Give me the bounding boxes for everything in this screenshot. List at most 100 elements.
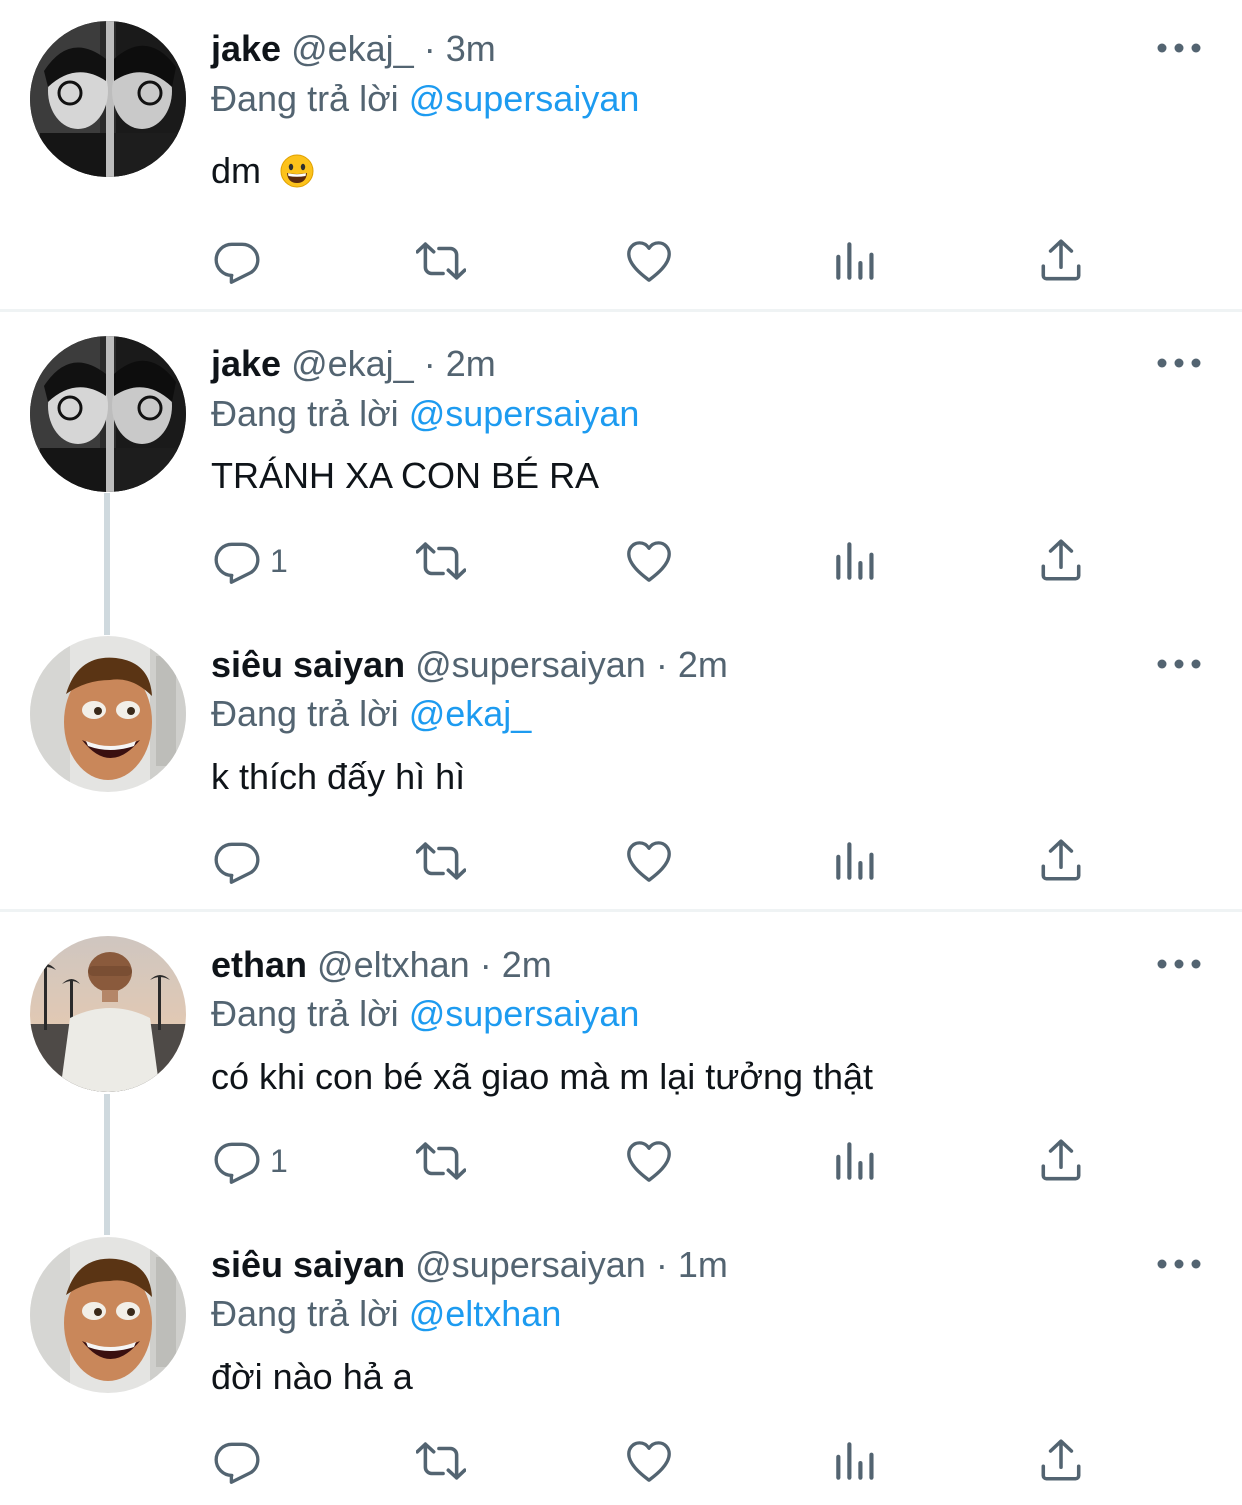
tweet-text: TRÁNH XA CON BÉ RA <box>211 454 599 498</box>
retweet-icon <box>416 1436 466 1486</box>
display-name[interactable]: jake <box>211 28 281 69</box>
replying-to: Đang trả lời @supersaiyan <box>211 392 639 436</box>
avatar-sieu-saiyan[interactable] <box>30 636 186 792</box>
avatar-jake[interactable] <box>30 21 186 177</box>
tweet-text-content: k thích đấy hì hì <box>211 756 466 797</box>
reply-icon <box>212 1436 262 1486</box>
views-button[interactable] <box>830 1431 880 1491</box>
views-icon <box>830 1436 880 1486</box>
share-icon <box>1036 1136 1086 1186</box>
avatar-sieu-saiyan[interactable] <box>30 1237 186 1393</box>
like-button[interactable] <box>624 1431 674 1491</box>
like-button[interactable] <box>624 1131 674 1191</box>
views-button[interactable] <box>830 1131 880 1191</box>
tweet[interactable]: siêu saiyan @supersaiyan · 1m Đang trả l… <box>0 1212 1242 1505</box>
share-button[interactable] <box>1036 831 1086 891</box>
timestamp[interactable]: 3m <box>446 28 496 69</box>
reply-icon <box>212 836 262 886</box>
separator-dot: · <box>423 28 436 69</box>
like-icon <box>624 1136 674 1186</box>
mention-link[interactable]: @eltxhan <box>409 1293 562 1334</box>
reply-button[interactable] <box>212 231 270 291</box>
like-button[interactable] <box>624 531 674 591</box>
share-icon <box>1036 236 1086 286</box>
display-name[interactable]: siêu saiyan <box>211 1244 405 1285</box>
views-icon <box>830 536 880 586</box>
mention-link[interactable]: @supersaiyan <box>409 993 640 1034</box>
tweet-text-content: đời nào hả a <box>211 1356 413 1397</box>
avatar-jake[interactable] <box>30 336 186 492</box>
views-icon <box>830 1136 880 1186</box>
like-button[interactable] <box>624 831 674 891</box>
reply-count: 1 <box>270 1142 288 1179</box>
replying-to-label: Đang trả lời <box>211 393 399 434</box>
replying-to-label: Đang trả lời <box>211 1293 399 1334</box>
reply-count: 1 <box>270 542 288 579</box>
share-button[interactable] <box>1036 531 1086 591</box>
retweet-icon <box>416 536 466 586</box>
user-handle[interactable]: @ekaj_ <box>291 343 414 384</box>
tweet-header: jake @ekaj_ · 2m <box>211 342 496 386</box>
retweet-button[interactable] <box>416 1131 466 1191</box>
tweet[interactable]: siêu saiyan @supersaiyan · 2m Đang trả l… <box>0 612 1242 910</box>
replying-to-label: Đang trả lời <box>211 993 399 1034</box>
replying-to-label: Đang trả lời <box>211 78 399 119</box>
retweet-button[interactable] <box>416 531 466 591</box>
more-icon[interactable] <box>1156 954 1202 974</box>
tweet-header: siêu saiyan @supersaiyan · 2m <box>211 643 728 687</box>
tweet-header: jake @ekaj_ · 3m <box>211 27 496 71</box>
separator-dot: · <box>479 944 492 985</box>
retweet-icon <box>416 236 466 286</box>
reply-button[interactable]: 1 <box>212 531 288 591</box>
tweet[interactable]: jake @ekaj_ · 3m Đang trả lời @supersaiy… <box>0 0 1242 310</box>
tweet-text: đời nào hả a <box>211 1355 413 1399</box>
tweet-header: siêu saiyan @supersaiyan · 1m <box>211 1243 728 1287</box>
share-button[interactable] <box>1036 1131 1086 1191</box>
views-button[interactable] <box>830 531 880 591</box>
reply-button[interactable] <box>212 831 270 891</box>
like-icon <box>624 236 674 286</box>
more-icon[interactable] <box>1156 1254 1202 1274</box>
retweet-button[interactable] <box>416 831 466 891</box>
display-name[interactable]: siêu saiyan <box>211 644 405 685</box>
reply-icon <box>212 236 262 286</box>
mention-link[interactable]: @supersaiyan <box>409 78 640 119</box>
share-button[interactable] <box>1036 1431 1086 1491</box>
views-button[interactable] <box>830 231 880 291</box>
mention-link[interactable]: @ekaj_ <box>409 693 532 734</box>
retweet-icon <box>416 836 466 886</box>
more-icon[interactable] <box>1156 353 1202 373</box>
reply-button[interactable] <box>212 1431 270 1491</box>
tweet-header: ethan @eltxhan · 2m <box>211 943 552 987</box>
timestamp[interactable]: 2m <box>502 944 552 985</box>
reply-icon <box>212 1136 262 1186</box>
views-icon <box>830 236 880 286</box>
avatar-ethan[interactable] <box>30 936 186 1092</box>
views-button[interactable] <box>830 831 880 891</box>
share-icon <box>1036 1436 1086 1486</box>
display-name[interactable]: ethan <box>211 944 307 985</box>
tweet[interactable]: ethan @eltxhan · 2m Đang trả lời @supers… <box>0 912 1242 1212</box>
user-handle[interactable]: @supersaiyan <box>415 1244 646 1285</box>
share-button[interactable] <box>1036 231 1086 291</box>
tweet[interactable]: jake @ekaj_ · 2m Đang trả lời @supersaiy… <box>0 312 1242 612</box>
user-handle[interactable]: @ekaj_ <box>291 28 414 69</box>
timestamp[interactable]: 2m <box>678 644 728 685</box>
retweet-button[interactable] <box>416 231 466 291</box>
timestamp[interactable]: 1m <box>678 1244 728 1285</box>
more-icon[interactable] <box>1156 654 1202 674</box>
user-handle[interactable]: @eltxhan <box>317 944 470 985</box>
user-handle[interactable]: @supersaiyan <box>415 644 646 685</box>
timestamp[interactable]: 2m <box>446 343 496 384</box>
tweet-text-content: dm <box>211 150 262 191</box>
retweet-button[interactable] <box>416 1431 466 1491</box>
mention-link[interactable]: @supersaiyan <box>409 393 640 434</box>
tweet-text: k thích đấy hì hì <box>211 755 465 799</box>
display-name[interactable]: jake <box>211 343 281 384</box>
more-icon[interactable] <box>1156 38 1202 58</box>
tweet-actions: 1 <box>0 531 1242 591</box>
share-icon <box>1036 536 1086 586</box>
reply-button[interactable]: 1 <box>212 1131 288 1191</box>
grinning-face-emoji-icon <box>280 154 314 188</box>
like-button[interactable] <box>624 231 674 291</box>
